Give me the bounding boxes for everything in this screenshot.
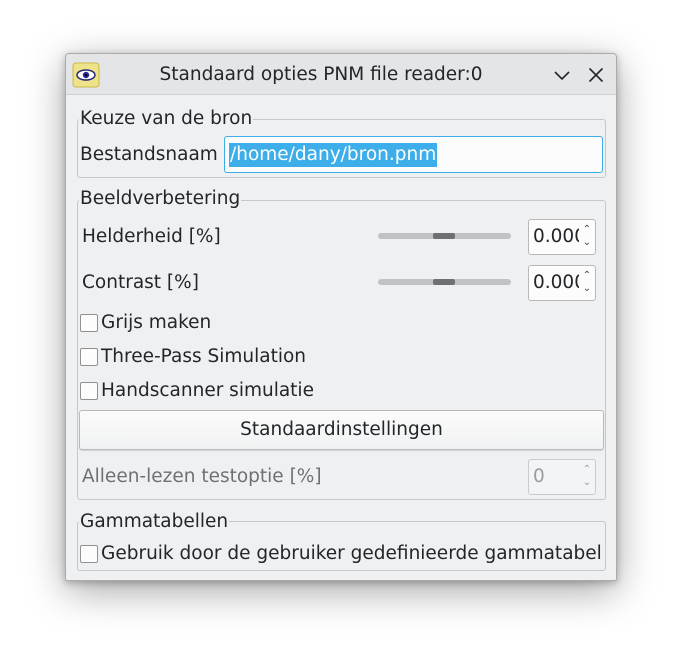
readonly-value: 0	[533, 466, 545, 487]
brightness-spinbox[interactable]: 0.000 ⌃⌄	[528, 219, 596, 255]
handscanner-checkbox[interactable]	[80, 382, 98, 400]
minimize-button[interactable]	[550, 63, 574, 87]
readonly-spinbox: 0 ⌃ ⌄	[528, 459, 596, 495]
brightness-value: 0.000	[533, 226, 579, 247]
contrast-slider[interactable]	[378, 279, 511, 285]
three-pass-checkbox[interactable]	[80, 348, 98, 366]
handscanner-label: Handscanner simulatie	[101, 380, 314, 401]
chevron-down-icon	[554, 71, 570, 81]
filename-label: Bestandsnaam	[80, 144, 218, 165]
close-icon	[588, 67, 604, 83]
enhancement-group-title: Beeldverbetering	[79, 188, 242, 210]
title-bar[interactable]: Standaard opties PNM file reader:0	[66, 54, 616, 95]
contrast-spinbox[interactable]: 0.000 ⌃⌄	[528, 265, 596, 301]
spin-arrows-icon[interactable]: ⌃ ⌄	[581, 269, 593, 297]
filename-input[interactable]: /home/dany/bron.pnm	[224, 136, 603, 173]
three-pass-label: Three-Pass Simulation	[101, 346, 307, 367]
gamma-group-title: Gammatabellen	[79, 511, 230, 533]
spin-arrows-icon[interactable]: ⌃ ⌄	[581, 223, 593, 251]
close-button[interactable]	[584, 63, 608, 87]
grayscale-checkbox[interactable]	[80, 314, 98, 332]
custom-gamma-checkbox[interactable]	[80, 545, 98, 563]
dialog-window: Standaard opties PNM file reader:0 Keuze…	[65, 53, 617, 581]
spin-arrows-icon: ⌃ ⌄	[582, 464, 592, 488]
readonly-option-label: Alleen-lezen testoptie [%]	[82, 466, 322, 487]
brightness-slider[interactable]	[378, 233, 511, 239]
brightness-slider-handle[interactable]	[433, 233, 455, 239]
source-group-title: Keuze van de bron	[79, 108, 254, 130]
grayscale-label: Grijs maken	[101, 312, 212, 333]
contrast-label: Contrast [%]	[82, 272, 199, 293]
custom-gamma-label: Gebruik door de gebruiker gedefinieerde …	[101, 543, 602, 564]
defaults-button[interactable]: Standaardinstellingen	[79, 410, 604, 450]
contrast-value: 0.000	[533, 272, 579, 293]
filename-value: /home/dany/bron.pnm	[229, 143, 438, 167]
contrast-slider-handle[interactable]	[433, 279, 455, 285]
window-title: Standaard opties PNM file reader:0	[159, 64, 483, 85]
eye-scanner-icon	[72, 62, 100, 88]
brightness-label: Helderheid [%]	[82, 226, 221, 247]
